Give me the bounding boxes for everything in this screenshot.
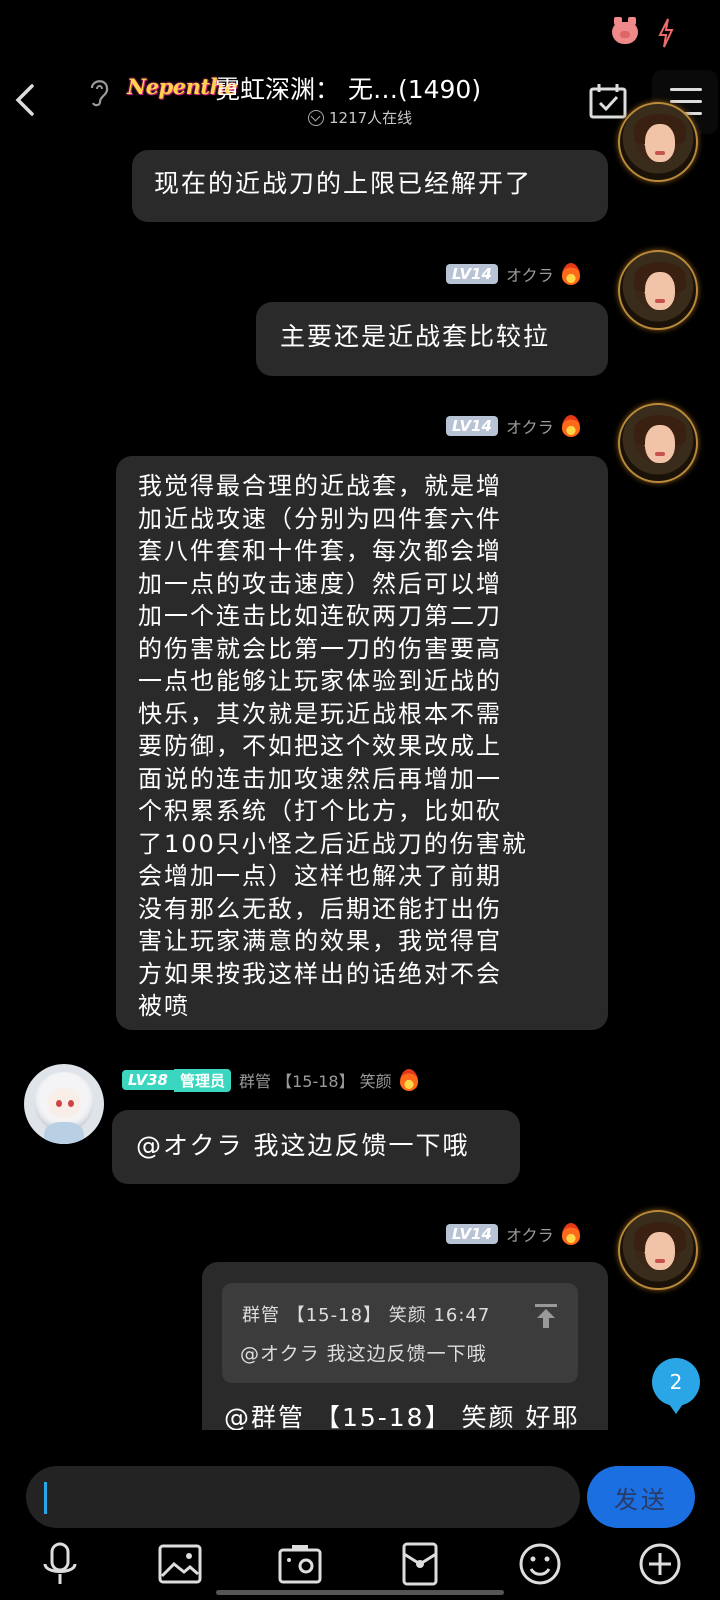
message-bubble[interactable]: @オクラ 我这边反馈一下哦 xyxy=(112,1110,520,1184)
level-badge: LV14 xyxy=(446,416,498,436)
home-indicator xyxy=(216,1590,504,1595)
message-meta: LV14 オクラ xyxy=(446,262,580,286)
ear-icon[interactable] xyxy=(86,76,112,108)
red-packet-icon[interactable] xyxy=(396,1540,444,1588)
chat-title[interactable]: 霓虹深渊： 无…(1490) xyxy=(215,70,481,106)
message-line: 我觉得最合理的近战套，就是增 xyxy=(138,472,502,500)
level-badge: LV38 xyxy=(122,1070,174,1090)
quoted-message[interactable]: 群管 【15-18】 笑颜 16:47 @オクラ 我这边反馈一下哦 xyxy=(222,1283,578,1383)
jump-to-top-icon[interactable] xyxy=(534,1303,558,1329)
bolt-icon xyxy=(658,18,674,48)
chat-header: Nepenthe 霓虹深渊： 无…(1490) 1217人在线 xyxy=(0,60,720,140)
sender-name[interactable]: 群管 【15-18】 笑颜 xyxy=(239,1068,392,1092)
message-line: 要防御，不如把这个效果改成上 xyxy=(138,732,502,760)
calendar-check-icon[interactable] xyxy=(588,82,628,120)
online-count-label: 1217人在线 xyxy=(329,109,413,127)
chevron-down-icon xyxy=(308,109,324,126)
avatar[interactable] xyxy=(24,1064,104,1144)
message-line: 被喷 xyxy=(138,992,190,1020)
message-line: 会增加一点）这样也解决了前期 xyxy=(138,862,502,890)
microphone-icon[interactable] xyxy=(36,1540,84,1588)
message-line: 加一个连击比如连砍两刀第二刀 xyxy=(138,602,502,630)
message-line: 加一点的攻击速度）然后可以增 xyxy=(138,569,502,598)
message-meta: LV14 オクラ xyxy=(446,1222,580,1246)
back-arrow-icon[interactable] xyxy=(8,78,44,122)
fire-icon xyxy=(561,1223,580,1245)
message-text: @オクラ 我这边反馈一下哦 xyxy=(136,1131,470,1160)
pig-icon xyxy=(612,17,638,44)
message-line: 套八件套和十件套，每次都会增 xyxy=(138,537,502,565)
admin-badge: 管理员 xyxy=(173,1068,231,1092)
avatar[interactable] xyxy=(618,403,698,483)
message-line: 快乐，其次就是玩近战根本不需 xyxy=(138,699,502,728)
plus-icon[interactable] xyxy=(636,1540,684,1588)
message-text: @群管 【15-18】 笑颜 好耶 xyxy=(224,1403,580,1432)
message-line: 面说的连击加攻速然后再增加一 xyxy=(138,764,502,793)
level-badge: LV14 xyxy=(446,264,498,284)
image-icon[interactable] xyxy=(156,1540,204,1588)
message-line: 加近战攻速（分别为四件套六件 xyxy=(138,504,502,533)
avatar[interactable] xyxy=(618,1210,698,1290)
online-count[interactable]: 1217人在线 xyxy=(308,107,412,128)
message-line: 方如果按我这样出的话绝对不会 xyxy=(138,959,502,988)
text-caret xyxy=(44,1482,47,1514)
message-line: 害让玩家满意的效果，我觉得官 xyxy=(138,927,502,955)
fire-icon xyxy=(399,1069,418,1091)
message-line: 了100只小怪之后近战刀的伤害就 xyxy=(138,829,528,858)
message-line: 的伤害就会比第一刀的伤害要高 xyxy=(138,634,502,663)
message-line: 没有那么无敌，后期还能打出伤 xyxy=(138,894,502,923)
message-bubble[interactable]: 现在的近战刀的上限已经解开了 xyxy=(132,150,608,222)
status-bar xyxy=(0,0,720,60)
message-meta: LV38 管理员 群管 【15-18】 笑颜 xyxy=(122,1068,418,1092)
message-text: 主要还是近战套比较拉 xyxy=(280,322,551,351)
message-line: 个积累系统（打个比方，比如砍 xyxy=(138,797,502,825)
message-bubble[interactable]: 主要还是近战套比较拉 xyxy=(256,302,608,376)
sender-name[interactable]: オクラ xyxy=(506,414,554,438)
message-input[interactable] xyxy=(26,1466,580,1528)
message-text: 现在的近战刀的上限已经解开了 xyxy=(154,169,533,198)
quote-body: @オクラ 我这边反馈一下哦 xyxy=(240,1343,487,1365)
message-line: 一点也能够让玩家体验到近战的 xyxy=(138,667,502,695)
avatar[interactable] xyxy=(618,250,698,330)
quote-header: 群管 【15-18】 笑颜 16:47 xyxy=(242,1305,491,1326)
camera-icon[interactable] xyxy=(276,1540,324,1588)
message-bubble[interactable]: 我觉得最合理的近战套，就是增 加近战攻速（分别为四件套六件 套八件套和十件套，每次都… xyxy=(116,456,608,1030)
sender-name[interactable]: オクラ xyxy=(506,1222,554,1246)
emoji-icon[interactable] xyxy=(516,1540,564,1588)
send-button[interactable]: 发送 xyxy=(587,1466,695,1528)
unread-count-badge[interactable]: 2 xyxy=(652,1358,700,1414)
fire-icon xyxy=(561,263,580,285)
sender-name[interactable]: オクラ xyxy=(506,262,554,286)
level-badge: LV14 xyxy=(446,1224,498,1244)
message-meta: LV14 オクラ xyxy=(446,414,580,438)
fire-icon xyxy=(561,415,580,437)
message-text: 我觉得最合理的近战套，就是增 加近战攻速（分别为四件套六件 套八件套和十件套，每次都… xyxy=(138,470,528,1023)
avatar[interactable] xyxy=(618,102,698,182)
